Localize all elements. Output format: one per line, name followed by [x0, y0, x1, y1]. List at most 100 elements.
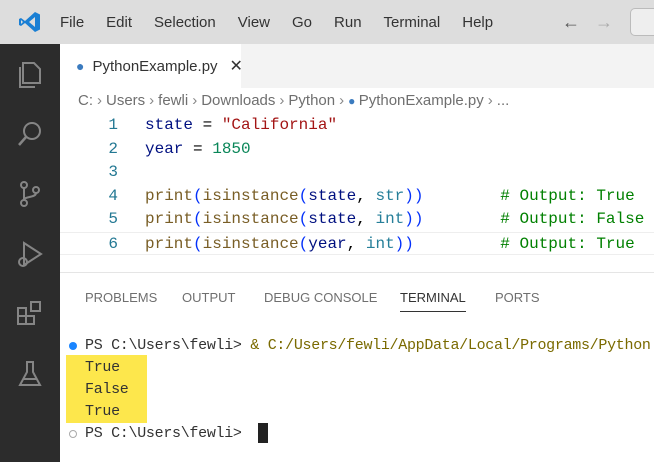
- python-file-icon: ●: [348, 94, 359, 108]
- menu-go[interactable]: Go: [292, 14, 312, 31]
- line-number: 1: [108, 116, 118, 134]
- menu-terminal[interactable]: Terminal: [384, 14, 441, 31]
- menu-bar: File Edit Selection View Go Run Terminal…: [0, 0, 654, 44]
- token: int: [375, 210, 405, 228]
- menu-help[interactable]: Help: [462, 14, 493, 31]
- token: year: [308, 234, 347, 253]
- tab-output[interactable]: OUTPUT: [182, 290, 235, 305]
- back-arrow-icon[interactable]: ←: [562, 12, 580, 33]
- prompt: PS C:\Users\fewli>: [85, 425, 251, 442]
- token: # Output: True: [500, 234, 635, 253]
- code-text: year = 1850: [145, 138, 251, 162]
- breadcrumb-item[interactable]: fewli: [158, 92, 188, 109]
- breadcrumb-item[interactable]: Downloads: [201, 92, 275, 109]
- terminal-cursor: [258, 423, 269, 444]
- token: (: [193, 210, 203, 228]
- code-line: 6 print(isinstance(year, int)) # Output: …: [60, 231, 654, 257]
- terminal[interactable]: PS C:\Users\fewli> & C:/Users/fewli/AppD…: [60, 335, 654, 445]
- command-center[interactable]: [630, 8, 654, 36]
- explorer-icon[interactable]: [14, 58, 46, 90]
- terminal-line: PS C:\Users\fewli> & C:/Users/fewli/AppD…: [60, 335, 654, 357]
- code-line: 1 state = "California": [60, 114, 654, 138]
- forward-arrow-icon[interactable]: →: [595, 12, 613, 33]
- token: isinstance: [202, 210, 299, 228]
- breadcrumb-item[interactable]: PythonExample.py: [359, 92, 484, 109]
- token: str: [375, 186, 405, 205]
- extensions-icon[interactable]: [14, 298, 46, 330]
- menu-view[interactable]: View: [238, 14, 270, 31]
- chevron-right-icon: ›: [97, 92, 102, 109]
- terminal-line: PS C:\Users\fewli>: [60, 423, 654, 445]
- code-text: state = "California": [145, 114, 337, 138]
- tab-terminal[interactable]: TERMINAL: [400, 290, 466, 312]
- python-file-icon: ●: [76, 58, 85, 74]
- token: print: [145, 210, 194, 228]
- token: print: [145, 234, 194, 253]
- token: # Output: True: [500, 186, 635, 205]
- terminal-output-line: True: [85, 359, 120, 376]
- command: & C:/Users/fewli/AppData/Local/Programs/…: [250, 337, 651, 354]
- code-text: print(isinstance(state, str)) # Output: …: [145, 185, 635, 209]
- menu-run[interactable]: Run: [334, 14, 362, 31]
- vscode-logo-icon: [0, 0, 60, 44]
- chevron-right-icon: ›: [279, 92, 285, 109]
- token: (: [193, 234, 203, 253]
- line-number: 4: [108, 186, 118, 205]
- idle-dot-icon: [69, 430, 77, 438]
- token: ,: [356, 210, 376, 228]
- chevron-right-icon: ›: [339, 92, 345, 109]
- chevron-right-icon: ›: [149, 92, 155, 109]
- breadcrumb-item[interactable]: Users: [106, 92, 145, 109]
- line-number: 3: [108, 163, 118, 181]
- token: isinstance: [202, 234, 299, 253]
- token: int: [365, 234, 395, 253]
- menu-edit[interactable]: Edit: [106, 14, 132, 31]
- token: state: [145, 116, 194, 134]
- token: year: [145, 139, 184, 158]
- token: # Output: False: [500, 210, 645, 228]
- token: =: [193, 116, 222, 134]
- token: (: [298, 210, 309, 228]
- token: "California": [221, 116, 338, 134]
- breadcrumb-item[interactable]: Python: [288, 92, 335, 109]
- token: ,: [356, 186, 376, 205]
- code-editor[interactable]: 1 state = "California" 2 year = 1850 3 4 print…: [60, 114, 654, 255]
- tab-python-example[interactable]: ● PythonExample.py ✕: [60, 44, 243, 88]
- prompt: PS C:\Users\fewli>: [85, 337, 251, 354]
- bottom-panel: PROBLEMS OUTPUT DEBUG CONSOLE TERMINAL P…: [60, 272, 654, 462]
- code-line: 3: [60, 161, 654, 185]
- token: )): [404, 210, 424, 228]
- tab-debug-console[interactable]: DEBUG CONSOLE: [264, 290, 377, 305]
- token: print: [145, 186, 194, 205]
- token: (: [298, 234, 309, 253]
- search-icon[interactable]: [14, 118, 46, 150]
- code-line: 4 print(isinstance(state, str)) # Output:…: [60, 185, 654, 209]
- testing-icon[interactable]: [14, 358, 46, 390]
- tab-problems[interactable]: PROBLEMS: [85, 290, 157, 305]
- editor-tabs: ● PythonExample.py ✕: [60, 44, 654, 88]
- token: state: [308, 186, 357, 205]
- terminal-output-line: True: [85, 403, 120, 420]
- code-text: print(isinstance(state, int)) # Output: …: [145, 208, 644, 232]
- token: (: [298, 186, 309, 205]
- code-line: 5 print(isinstance(state, int)) # Output:…: [60, 208, 654, 232]
- run-debug-icon[interactable]: [14, 238, 46, 270]
- activity-bar: [0, 44, 60, 462]
- close-icon[interactable]: ✕: [230, 56, 243, 76]
- breadcrumb-item[interactable]: ...: [497, 92, 510, 109]
- code-text: print(isinstance(year, int)) # Output: T…: [145, 233, 635, 257]
- tab-ports[interactable]: PORTS: [495, 290, 540, 305]
- menu-file[interactable]: File: [60, 14, 84, 31]
- token: 1850: [212, 139, 251, 158]
- source-control-icon[interactable]: [14, 178, 46, 210]
- line-number: 6: [108, 234, 118, 253]
- token: state: [308, 210, 357, 228]
- breadcrumb-item[interactable]: C:: [78, 92, 93, 109]
- token: ,: [346, 234, 366, 253]
- menu-selection[interactable]: Selection: [154, 14, 216, 31]
- chevron-right-icon: ›: [487, 92, 493, 109]
- success-dot-icon: [69, 342, 77, 350]
